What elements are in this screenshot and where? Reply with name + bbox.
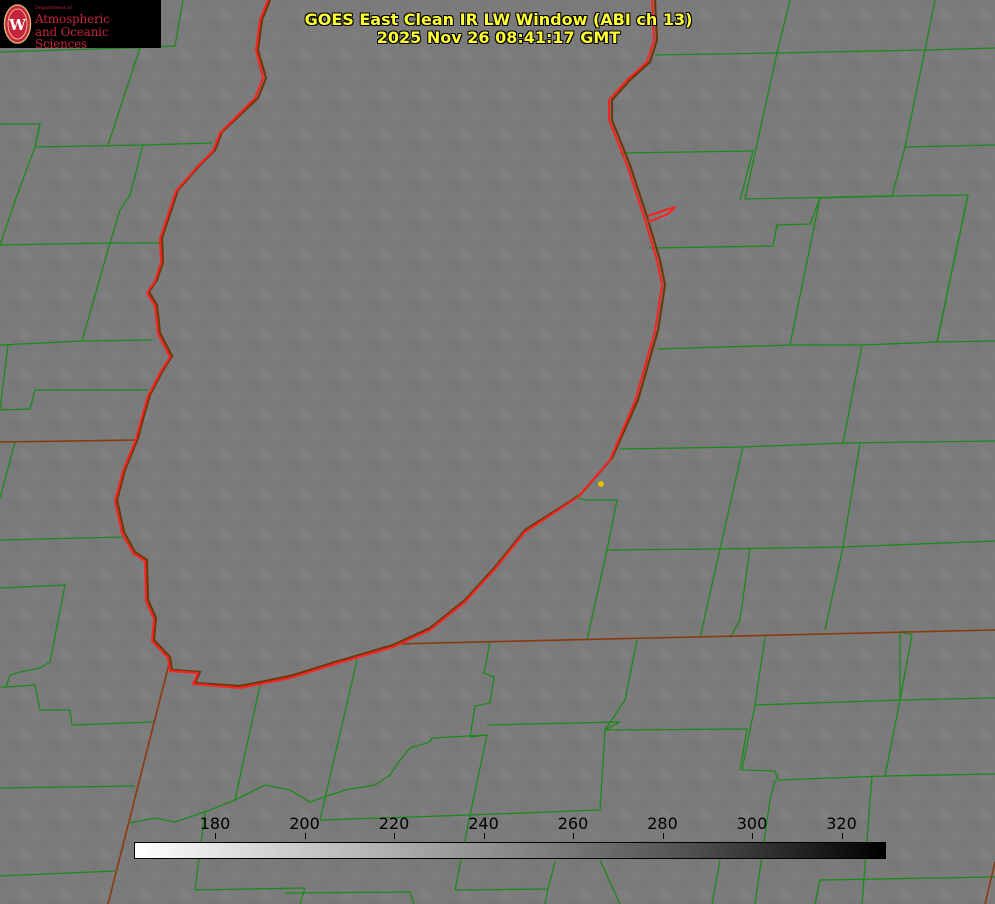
colorbar-tick-mark	[662, 833, 664, 839]
colorbar-tick-labels: 180 200 220 240 260 280 300 320	[0, 814, 995, 839]
colorbar-tick-320: 320	[826, 814, 857, 833]
colorbar-tick-180: 180	[199, 814, 231, 833]
colorbar-tick-mark	[573, 833, 574, 839]
satellite-map	[0, 0, 995, 904]
colorbar-tick-220: 220	[378, 814, 410, 833]
colorbar-tick-240: 240	[468, 814, 499, 833]
colorbar-tick-mark	[483, 833, 485, 839]
title-timestamp: 2025 Nov 26 08:41:17 GMT	[376, 28, 621, 47]
colorbar-tick-mark	[304, 833, 306, 839]
title-product: GOES East Clean IR LW Window (ABI ch 13)	[304, 10, 693, 29]
satellite-image-viewer: W Department of Atmospheric and Oceanic …	[0, 0, 995, 904]
location-marker	[598, 481, 604, 487]
colorbar-tick-mark	[394, 833, 395, 839]
colorbar-tick-200: 200	[289, 814, 320, 833]
colorbar-tick-260: 260	[557, 814, 589, 833]
image-title: GOES East Clean IR LW Window (ABI ch 13)…	[0, 11, 995, 47]
ir-background	[0, 0, 995, 904]
temperature-colorbar	[134, 842, 886, 859]
colorbar-tick-mark	[841, 833, 843, 839]
colorbar-tick-300: 300	[736, 814, 768, 833]
colorbar-tick-mark	[752, 833, 753, 839]
colorbar-tick-280: 280	[647, 814, 678, 833]
colorbar-tick-mark	[215, 833, 216, 839]
